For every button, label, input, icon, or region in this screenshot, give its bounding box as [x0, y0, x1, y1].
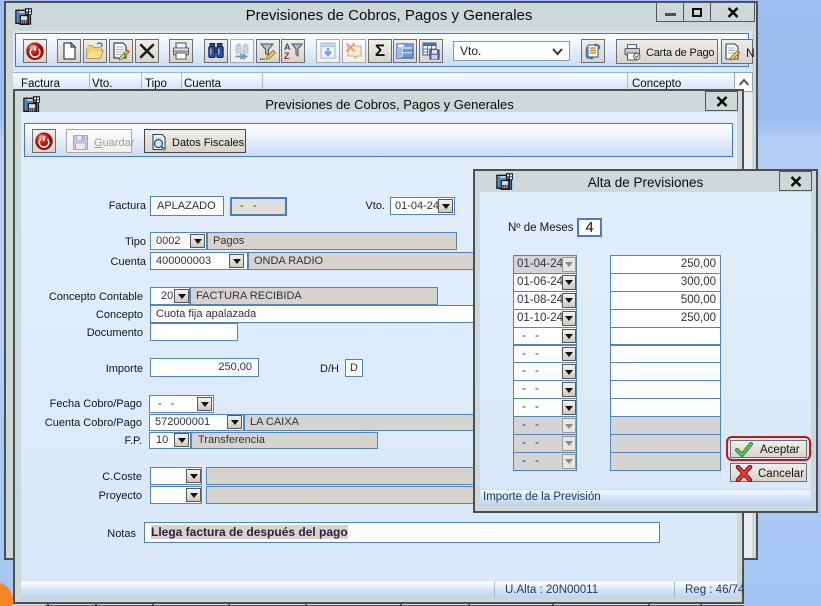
svg-text:Z: Z: [284, 51, 290, 61]
